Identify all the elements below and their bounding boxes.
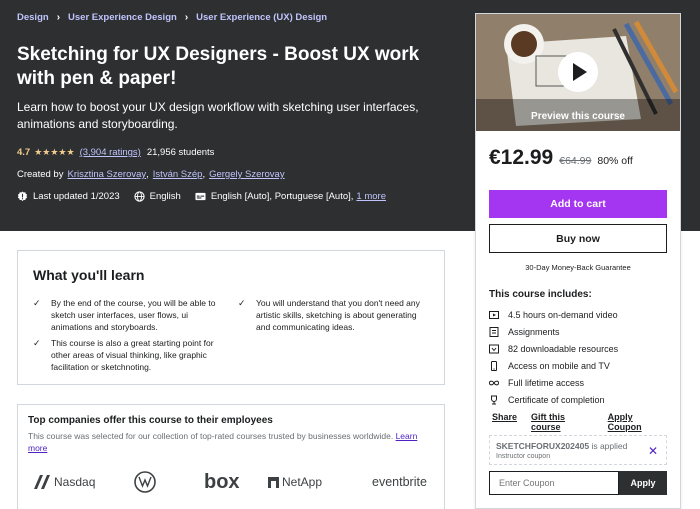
card-actions: Share Gift this course Apply Coupon bbox=[492, 412, 680, 432]
current-price: €12.99 bbox=[489, 146, 554, 169]
course-subtitle: Learn how to boost your UX design workfl… bbox=[17, 100, 419, 131]
gift-course-link[interactable]: Gift this course bbox=[531, 412, 594, 432]
netapp-icon bbox=[268, 476, 279, 488]
breadcrumb-ux-design[interactable]: User Experience Design bbox=[68, 12, 177, 23]
apply-coupon-link[interactable]: Apply Coupon bbox=[608, 412, 666, 432]
volkswagen-logo bbox=[134, 467, 156, 497]
coupon-input[interactable] bbox=[489, 471, 619, 495]
preview-label: Preview this course bbox=[531, 111, 625, 122]
buy-now-button[interactable]: Buy now bbox=[489, 224, 667, 253]
chevron-right-icon: › bbox=[56, 12, 61, 23]
breadcrumb: Design › User Experience Design › User E… bbox=[17, 12, 327, 23]
companies-description: This course was selected for our collect… bbox=[28, 431, 418, 453]
includes-title: This course includes: bbox=[489, 289, 592, 300]
nasdaq-icon bbox=[34, 475, 50, 489]
closed-captions-icon bbox=[195, 192, 206, 201]
list-item: Full lifetime access bbox=[489, 374, 618, 391]
list-item: Certificate of completion bbox=[489, 391, 618, 408]
coupon-code-text: SKETCHFORUX202405 is applied bbox=[496, 441, 628, 451]
coupon-type: Instructor coupon bbox=[496, 453, 551, 460]
captions: English [Auto], Portuguese [Auto], 1 mor… bbox=[195, 191, 386, 202]
list-item: ✓ This course is also a great starting p… bbox=[33, 338, 214, 372]
companies-title: Top companies offer this course to their… bbox=[28, 415, 273, 426]
video-icon bbox=[489, 310, 499, 319]
author-link[interactable]: Krisztina Szerovay bbox=[67, 169, 146, 180]
add-to-cart-button[interactable]: Add to cart bbox=[489, 190, 667, 218]
learn-title: What you'll learn bbox=[33, 267, 145, 283]
rating-row: 4.7 ★★★★★ (3,904 ratings) 21,956 student… bbox=[17, 147, 214, 158]
company-logos: Nasdaq box NetApp eventbrite bbox=[28, 467, 438, 497]
download-icon bbox=[489, 344, 499, 353]
money-back-guarantee: 30-Day Money-Back Guarantee bbox=[525, 263, 631, 272]
star-rating-icon: ★★★★★ bbox=[34, 147, 75, 157]
original-price: €64.99 bbox=[559, 155, 592, 167]
author-link[interactable]: Gergely Szerovay bbox=[209, 169, 285, 180]
checkmark-icon: ✓ bbox=[33, 338, 41, 348]
list-item: Access on mobile and TV bbox=[489, 357, 618, 374]
nasdaq-logo: Nasdaq bbox=[34, 467, 95, 497]
author-link[interactable]: István Szép bbox=[153, 169, 203, 180]
created-by-label: Created by bbox=[17, 169, 64, 180]
checkmark-icon: ✓ bbox=[33, 298, 41, 308]
play-icon[interactable] bbox=[558, 52, 598, 92]
volkswagen-icon bbox=[134, 471, 156, 493]
share-link[interactable]: Share bbox=[492, 412, 517, 432]
remove-coupon-close-icon[interactable]: ✕ bbox=[648, 444, 658, 458]
coupon-code: SKETCHFORUX202405 bbox=[496, 441, 590, 451]
top-companies: Top companies offer this course to their… bbox=[17, 404, 445, 509]
list-item: 4.5 hours on-demand video bbox=[489, 306, 618, 323]
eventbrite-logo: eventbrite bbox=[372, 475, 427, 489]
infinity-icon bbox=[489, 380, 499, 385]
last-updated: Last updated 1/2023 bbox=[17, 191, 120, 202]
checkmark-icon: ✓ bbox=[238, 298, 246, 308]
globe-icon bbox=[134, 191, 145, 202]
rating-value: 4.7 bbox=[17, 147, 31, 158]
trophy-icon bbox=[491, 395, 497, 404]
apply-coupon-button[interactable]: Apply bbox=[619, 471, 667, 495]
discount-percent: 80% off bbox=[597, 155, 633, 167]
price-row: €12.99 €64.99 80% off bbox=[489, 146, 633, 170]
list-item: 82 downloadable resources bbox=[489, 340, 618, 357]
assignment-icon bbox=[489, 326, 499, 337]
netapp-logo: NetApp bbox=[268, 467, 322, 497]
course-preview[interactable]: Preview this course bbox=[476, 14, 680, 131]
list-item: Assignments bbox=[489, 323, 618, 340]
ratings-count-link[interactable]: (3,904 ratings) bbox=[80, 147, 141, 158]
students-count: 21,956 students bbox=[146, 147, 215, 158]
course-title: Sketching for UX Designers - Boost UX wo… bbox=[17, 44, 420, 89]
box-logo: box bbox=[204, 470, 240, 493]
list-item: ✓ By the end of the course, you will be … bbox=[33, 298, 216, 332]
includes-list: 4.5 hours on-demand video Assignments 82… bbox=[489, 306, 618, 408]
language: English bbox=[134, 191, 181, 202]
applied-coupon: SKETCHFORUX202405 is applied Instructor … bbox=[489, 435, 667, 465]
purchase-card: Preview this course €12.99 €64.99 80% of… bbox=[475, 13, 681, 509]
what-youll-learn: What you'll learn ✓ By the end of the co… bbox=[17, 250, 445, 385]
alert-badge-icon bbox=[17, 191, 28, 202]
captions-more-link[interactable]: 1 more bbox=[356, 191, 386, 202]
chevron-right-icon: › bbox=[184, 12, 189, 23]
created-by-row: Created by Krisztina Szerovay, István Sz… bbox=[17, 169, 285, 180]
mobile-icon bbox=[491, 360, 497, 371]
list-item: ✓ You will understand that you don't nee… bbox=[238, 298, 420, 332]
meta-row: Last updated 1/2023 English English [Aut… bbox=[17, 191, 400, 202]
breadcrumb-design[interactable]: Design bbox=[17, 12, 49, 23]
breadcrumb-ux-ux-design[interactable]: User Experience (UX) Design bbox=[196, 12, 327, 23]
